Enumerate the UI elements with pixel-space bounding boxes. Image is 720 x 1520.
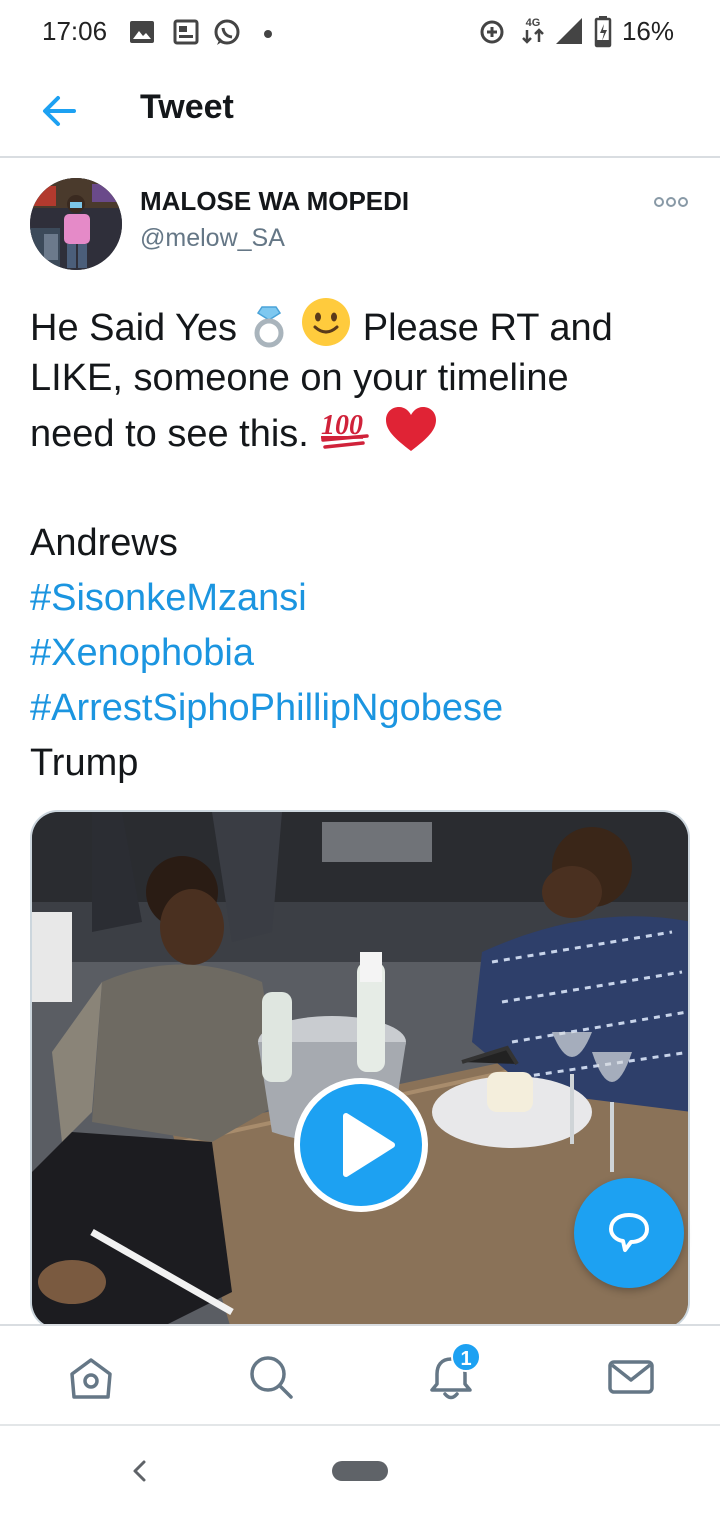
battery-icon [594,16,612,48]
smile-emoji [302,298,351,346]
author-handle[interactable]: @melow_SA [140,224,285,253]
heart-emoji [385,407,436,451]
tweet-line-1: He Said Yes Please RT and [30,296,690,351]
author-name[interactable]: MALOSE WA MOPEDI [140,186,409,217]
reply-bubble-icon [609,1213,649,1252]
ring-emoji [254,306,284,348]
system-home-pill[interactable] [332,1461,388,1481]
dot-icon [264,30,272,38]
search-icon[interactable] [246,1352,296,1402]
tweet-line-2: LIKE, someone on your timeline [30,357,569,399]
hashtag-link[interactable]: #ArrestSiphoPhillipNgobese [30,681,690,736]
hashtag-link[interactable]: #SisonkeMzansi [30,571,690,626]
hundred-emoji: 100 [321,410,370,449]
tweet-text: He Said Yes Please RT and LIKE, someone … [30,296,690,791]
more-options-icon[interactable] [650,190,692,214]
news-icon [173,19,199,45]
page-title: Tweet [140,88,234,126]
avatar[interactable] [30,178,122,270]
whatsapp-icon [214,19,240,45]
system-nav-bar [0,1426,720,1520]
battery-percent: 16% [621,16,674,46]
status-bar: 17:06 4G 16% [0,0,720,64]
svg-text:4G: 4G [526,17,541,29]
play-button[interactable] [294,1078,428,1212]
app-header: Tweet [0,64,720,158]
reply-button[interactable] [574,1178,684,1288]
home-icon[interactable] [66,1352,116,1402]
signal-icon [556,18,582,44]
status-time: 17:06 [42,16,108,46]
gallery-icon [130,21,154,43]
data-saver-icon [480,20,504,44]
tweet-line-trump: Trump [30,742,139,784]
hashtag-link[interactable]: #Xenophobia [30,626,690,681]
play-icon [343,1113,395,1177]
tweet-line-3: need to see this. 100 [30,406,690,461]
messages-icon[interactable] [606,1352,656,1402]
back-arrow-icon[interactable] [38,90,80,132]
system-back-icon[interactable] [126,1456,154,1486]
4g-icon: 4G [522,17,544,44]
bottom-nav [0,1324,720,1426]
notification-badge: 1 [451,1342,481,1372]
tweet-line-andrews: Andrews [30,522,178,564]
